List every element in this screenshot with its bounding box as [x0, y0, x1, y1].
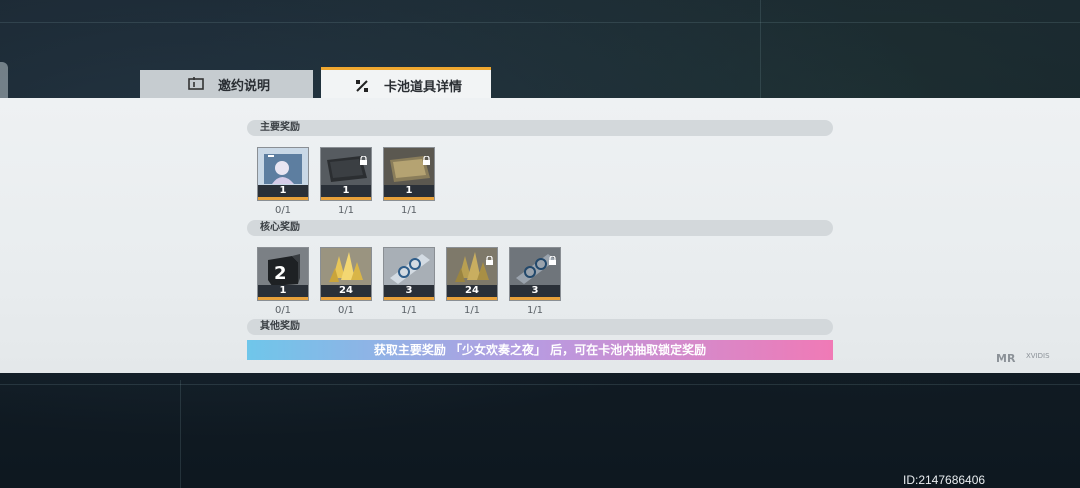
- gold-crystal-item: [321, 248, 371, 288]
- item-count: 1: [321, 185, 371, 197]
- item-count: 24: [321, 285, 371, 297]
- reward-item[interactable]: 2 1: [257, 247, 309, 301]
- rarity-bar: [258, 297, 308, 300]
- percent-icon: [354, 78, 370, 94]
- item-progress: 1/1: [337, 205, 355, 216]
- lock-icon: [485, 250, 494, 265]
- bg-line: [0, 384, 1080, 385]
- tab-invitation-info[interactable]: 邀约说明: [140, 70, 313, 98]
- brand-logo: MR: [996, 352, 1016, 365]
- rarity-bar: [510, 297, 560, 300]
- level-2-box-item: 2: [258, 248, 308, 288]
- item-progress: 1/1: [400, 205, 418, 216]
- item-progress: 0/1: [274, 205, 292, 216]
- svg-text:2: 2: [274, 263, 287, 284]
- item-progress: 1/1: [400, 305, 418, 316]
- bg-line: [760, 0, 761, 98]
- reward-item[interactable]: 1: [257, 147, 309, 201]
- item-count: 24: [447, 285, 497, 297]
- character-portrait-card: [258, 148, 308, 188]
- partner-logo: XVIDIS: [1026, 352, 1050, 360]
- reward-item[interactable]: 3: [383, 247, 435, 301]
- unlock-hint-banner: 获取主要奖励 「少女欢奏之夜」 后，可在卡池内抽取锁定奖励: [247, 340, 833, 360]
- reward-item[interactable]: 24: [446, 247, 498, 301]
- item-count: 3: [510, 285, 560, 297]
- item-progress: 1/1: [463, 305, 481, 316]
- rarity-bar: [321, 197, 371, 200]
- section-other-rewards: 其他奖励: [247, 319, 833, 335]
- reward-item[interactable]: 1: [383, 147, 435, 201]
- info-book-icon: [188, 76, 204, 92]
- item-progress: 0/1: [274, 305, 292, 316]
- item-progress: 1/1: [526, 305, 544, 316]
- reward-item[interactable]: 3: [509, 247, 561, 301]
- item-progress: 0/1: [337, 305, 355, 316]
- rarity-bar: [321, 297, 371, 300]
- rarity-bar: [384, 297, 434, 300]
- item-count: 1: [258, 185, 308, 197]
- section-core-rewards: 核心奖励: [247, 220, 833, 236]
- item-count: 1: [258, 285, 308, 297]
- item-count: 1: [384, 185, 434, 197]
- reward-item[interactable]: 24: [320, 247, 372, 301]
- reward-item[interactable]: 1: [320, 147, 372, 201]
- section-main-rewards: 主要奖励: [247, 120, 833, 136]
- tab-label: 卡池道具详情: [384, 80, 463, 95]
- lock-icon: [548, 250, 557, 265]
- item-count: 3: [384, 285, 434, 297]
- rarity-bar: [447, 297, 497, 300]
- bg-line: [180, 380, 181, 488]
- user-id: ID:2147686406: [903, 473, 986, 487]
- lock-icon: [422, 150, 431, 165]
- rarity-bar: [384, 197, 434, 200]
- bg-line: [0, 22, 1080, 23]
- tab-pool-item-details[interactable]: 卡池道具详情: [321, 67, 491, 101]
- lock-icon: [359, 150, 368, 165]
- tab-label: 邀约说明: [218, 78, 271, 94]
- rarity-bar: [258, 197, 308, 200]
- blue-ticket-item: [384, 248, 434, 288]
